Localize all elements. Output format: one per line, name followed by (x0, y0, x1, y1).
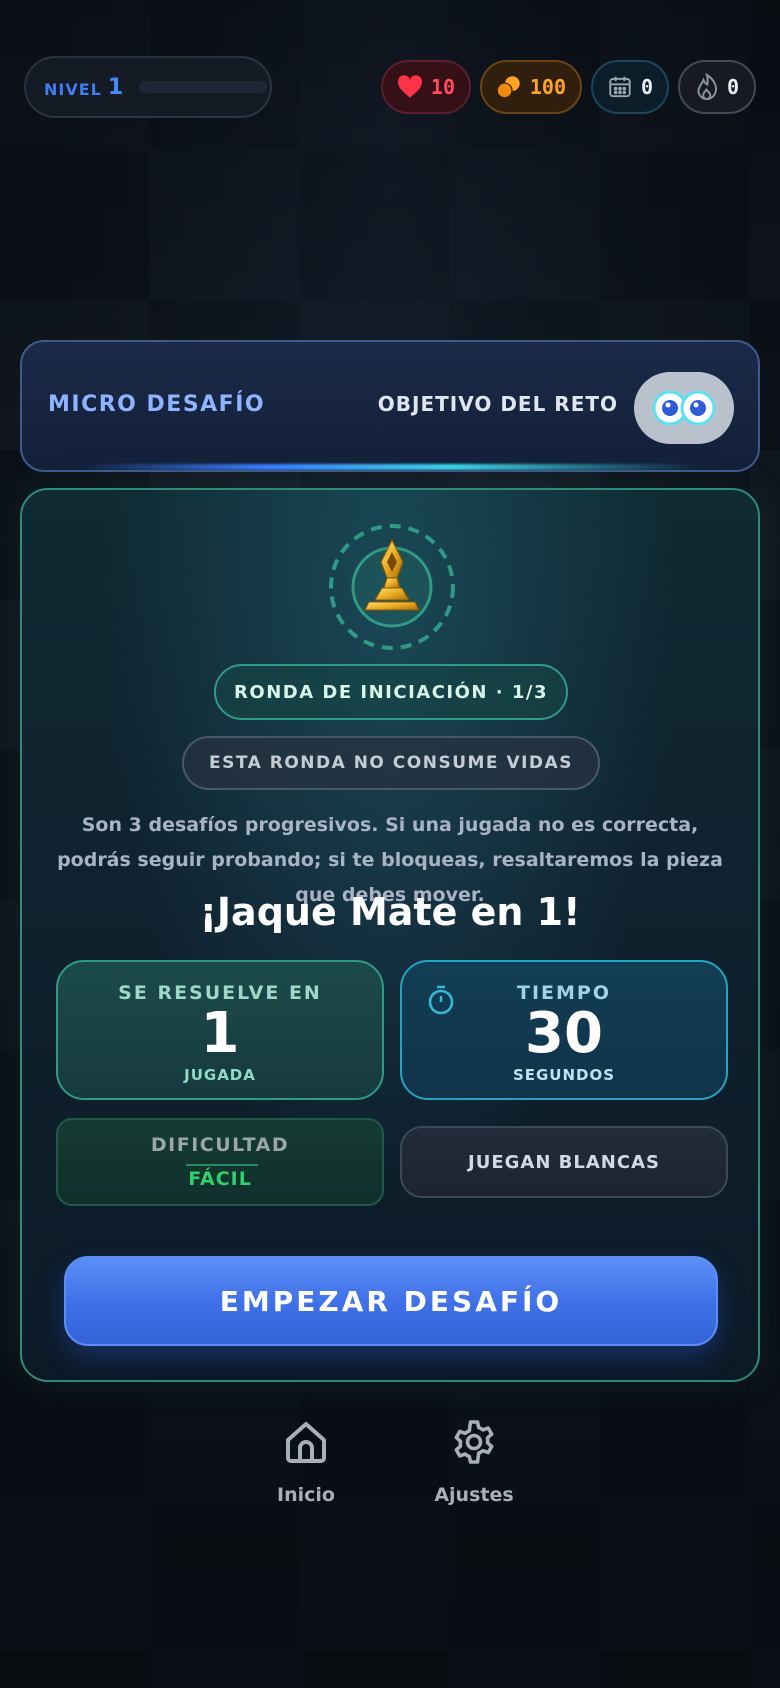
nav-label-ajustes: Ajustes (434, 1484, 514, 1506)
side-to-move-tile: JUEGAN BLANCAS (400, 1126, 728, 1198)
bishop-trophy-icon (329, 524, 455, 650)
difficulty-divider (186, 1164, 258, 1166)
difficulty-label: DIFICULTAD (150, 1134, 290, 1156)
challenge-header: MICRO DESAFÍO OBJETIVO DEL RETO (20, 340, 760, 472)
moves-unit: JUGADA (184, 1066, 256, 1084)
top-bar: NIVEL 1 10 100 0 0 (24, 56, 756, 118)
level-pill[interactable]: NIVEL 1 (24, 56, 272, 118)
hearts-value: 10 (430, 75, 455, 99)
coins-icon (496, 76, 520, 99)
challenge-title: ¡Jaque Mate en 1! (199, 890, 581, 934)
objective-label: OBJETIVO DEL RETO (377, 392, 618, 416)
gear-icon (454, 1420, 494, 1464)
calendar-counter[interactable]: 0 (591, 60, 669, 114)
flame-icon (697, 73, 717, 101)
challenge-card: RONDA DE INICIACIÓN · 1/3 ESTA RONDA NO … (20, 488, 760, 1382)
header-title: MICRO DESAFÍO (48, 392, 266, 417)
level-progress-bar (139, 81, 268, 93)
bottom-nav: Inicio Ajustes (0, 1418, 780, 1518)
time-unit: SEGUNDOS (512, 1066, 616, 1084)
calendar-value: 0 (640, 75, 653, 99)
nav-item-inicio[interactable]: Inicio (241, 1418, 371, 1506)
hearts-counter[interactable]: 10 (381, 60, 471, 114)
coins-value: 100 (529, 75, 566, 99)
stats-group: 10 100 0 0 (381, 56, 756, 118)
home-icon (286, 1422, 326, 1463)
start-challenge-button[interactable]: EMPEZAR DESAFÍO (64, 1256, 718, 1346)
difficulty-tile: DIFICULTAD FÁCIL (56, 1118, 384, 1206)
level-number: 1 (107, 74, 124, 100)
moves-tile: SE RESUELVE EN 1 JUGADA (56, 960, 384, 1100)
moves-value: 1 (200, 1001, 240, 1066)
difficulty-value: FÁCIL (188, 1168, 252, 1190)
streak-counter[interactable]: 0 (678, 60, 756, 114)
round-badge: RONDA DE INICIACIÓN · 1/3 (214, 664, 568, 720)
nav-item-ajustes[interactable]: Ajustes (409, 1418, 539, 1506)
calendar-icon (609, 76, 631, 98)
eyes-icon (652, 390, 716, 426)
heart-icon (397, 75, 422, 98)
nav-label-inicio: Inicio (277, 1484, 335, 1506)
time-tile: TIEMPO 30 SEGUNDOS (400, 960, 728, 1100)
lives-badge: ESTA RONDA NO CONSUME VIDAS (182, 736, 600, 790)
time-value: 30 (525, 1001, 603, 1066)
coins-counter[interactable]: 100 (480, 60, 582, 114)
streak-value: 0 (726, 75, 740, 99)
emblem (327, 522, 457, 652)
objective-eyes-button[interactable] (634, 372, 734, 444)
level-word: NIVEL (44, 79, 102, 99)
